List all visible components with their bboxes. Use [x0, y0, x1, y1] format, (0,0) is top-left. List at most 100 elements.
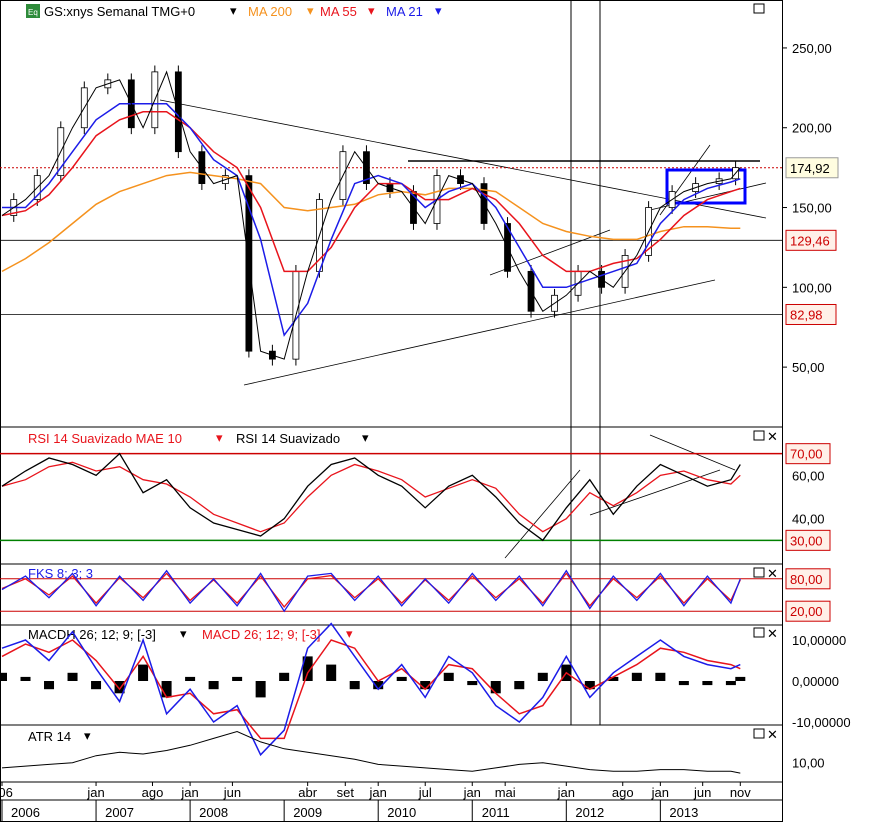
macd-hist-bar [725, 681, 736, 686]
rsi-level-label: 70,00 [790, 447, 823, 462]
price-line [1, 70, 741, 360]
legend-ma200[interactable]: MA 200 [248, 4, 292, 19]
macd-hist-bar [514, 681, 525, 690]
macd-ytick-label: -10,00000 [792, 715, 851, 730]
atr-ytick-label: 10,00 [792, 756, 825, 771]
maximize-icon[interactable] [753, 728, 765, 739]
price-level-label: 174,92 [790, 161, 830, 176]
stoch-layer: 80,00 20,00 [0, 568, 831, 622]
year-label: 2013 [669, 805, 698, 820]
ma55-dropdown-icon[interactable]: ▾ [368, 3, 375, 18]
month-label: jan [180, 785, 198, 800]
macd-hist-bar [631, 672, 642, 681]
month-label: ago [142, 785, 164, 800]
macdh-label[interactable]: MACDH 26; 12; 9; [-3] [28, 627, 156, 642]
macd-hist-bar [702, 681, 713, 686]
month-label: jan [86, 785, 104, 800]
atr-dropdown-icon[interactable]: ▾ [84, 728, 91, 743]
month-label: jan [369, 785, 387, 800]
macd-line [1, 622, 741, 757]
macd-hist-bar [678, 681, 689, 686]
rsi-label[interactable]: RSI 14 Suavizado [236, 431, 340, 446]
year-label: 2012 [575, 805, 604, 820]
month-label: jan [557, 785, 575, 800]
ma21-line [2, 103, 741, 337]
rsi-ma-label[interactable]: RSI 14 Suavizado MAE 10 [28, 431, 182, 446]
maximize-icon[interactable] [753, 627, 765, 638]
legend-ma21[interactable]: MA 21 [386, 4, 423, 19]
rsi-ytick-label: 60,00 [792, 468, 825, 483]
ma21-dropdown-icon[interactable]: ▾ [435, 3, 442, 18]
year-label: 2007 [105, 805, 134, 820]
year-label: 2006 [11, 805, 40, 820]
rsi-layer: 70,00 30,00 40,00 60,00 [0, 443, 831, 551]
macd-hist-bar [67, 672, 78, 681]
price-ytick-label: 150,00 [792, 201, 832, 216]
legend-ma55[interactable]: MA 55 [320, 4, 357, 19]
atr-line [1, 730, 741, 774]
rsi-ytick-label: 40,00 [792, 512, 825, 527]
macd-hist-bar [0, 672, 7, 681]
price-ytick-label: 50,00 [792, 360, 825, 375]
rsi-level-label: 30,00 [790, 533, 823, 548]
atr-layer: 10,00 [1, 730, 825, 774]
close-icon[interactable]: ✕ [767, 727, 778, 742]
rsi-dropdown-icon[interactable]: ▾ [362, 430, 369, 445]
price-ytick-label: 200,00 [792, 121, 832, 136]
month-label: jul [418, 785, 432, 800]
year-label: 2009 [293, 805, 322, 820]
macd-hist-bar [138, 664, 149, 681]
macd-hist-bar [396, 676, 407, 681]
atr-label[interactable]: ATR 14 [28, 729, 71, 744]
macd-hist-bar [349, 681, 360, 690]
rsi-ma-dropdown-icon[interactable]: ▾ [216, 430, 223, 445]
price-level-label: 82,98 [790, 307, 823, 322]
macd-hist-bar [443, 672, 454, 681]
macd-hist-bar [735, 676, 746, 681]
chart-title[interactable]: GS:xnys Semanal TMG+0 [44, 4, 195, 19]
macd-ytick-label: 0,00000 [792, 674, 839, 689]
ma200-line [1, 171, 741, 273]
stock-chart: Eq GS:xnys Semanal TMG+0 ▾ MA 200 ▾ MA 5… [0, 0, 851, 822]
maximize-icon[interactable] [753, 430, 765, 441]
year-label: 2010 [387, 805, 416, 820]
month-label: jan [651, 785, 669, 800]
price-layer: 50,00 100,00 150,00 200,00 250,00 174,92 129,4… [0, 41, 839, 375]
macd-hist-bar [232, 676, 243, 681]
macd-hist-bar [467, 681, 478, 686]
month-label: jan [463, 785, 481, 800]
month-label: 006 [0, 785, 13, 800]
maximize-icon[interactable] [753, 3, 765, 14]
stoch-level-label: 20,00 [790, 604, 823, 619]
month-label: mai [495, 785, 516, 800]
macd-hist-bar [326, 664, 337, 681]
month-label: jun [693, 785, 711, 800]
macd-dropdown-icon[interactable]: ▾ [346, 626, 353, 641]
axis-layer: 006janagojanjunabrsetjanjuljanmaijanagoj… [0, 782, 751, 822]
rsi-ma-line [1, 461, 741, 533]
price-ytick-label: 250,00 [792, 41, 832, 56]
price-ytick-label: 100,00 [792, 280, 832, 295]
stoch-k-line [1, 569, 741, 613]
ma200-dropdown-icon[interactable]: ▾ [307, 3, 314, 18]
macd-hist-bar [208, 681, 219, 690]
year-label: 2011 [482, 805, 510, 820]
macd-hist-bar [20, 676, 31, 681]
macd-label[interactable]: MACD 26; 12; 9; [-3] [202, 627, 321, 642]
macd-hist-bar [655, 672, 666, 681]
title-dropdown-icon[interactable]: ▾ [230, 3, 237, 18]
year-label: 2008 [199, 805, 228, 820]
macd-layer: 10,00000 0,00000 -10,00000 [0, 622, 851, 757]
macd-hist-bar [279, 672, 290, 681]
price-level-label: 129,46 [790, 233, 830, 248]
month-label: nov [730, 785, 751, 800]
maximize-icon[interactable] [753, 567, 765, 578]
month-label: jun [223, 785, 241, 800]
close-icon[interactable]: ✕ [767, 626, 778, 641]
macd-ytick-label: 10,00000 [792, 633, 846, 648]
macdh-dropdown-icon[interactable]: ▾ [180, 626, 187, 641]
month-label: set [337, 785, 355, 800]
close-icon[interactable]: ✕ [767, 429, 778, 444]
macd-hist-bar [537, 672, 548, 681]
macd-hist-bar [44, 681, 55, 690]
